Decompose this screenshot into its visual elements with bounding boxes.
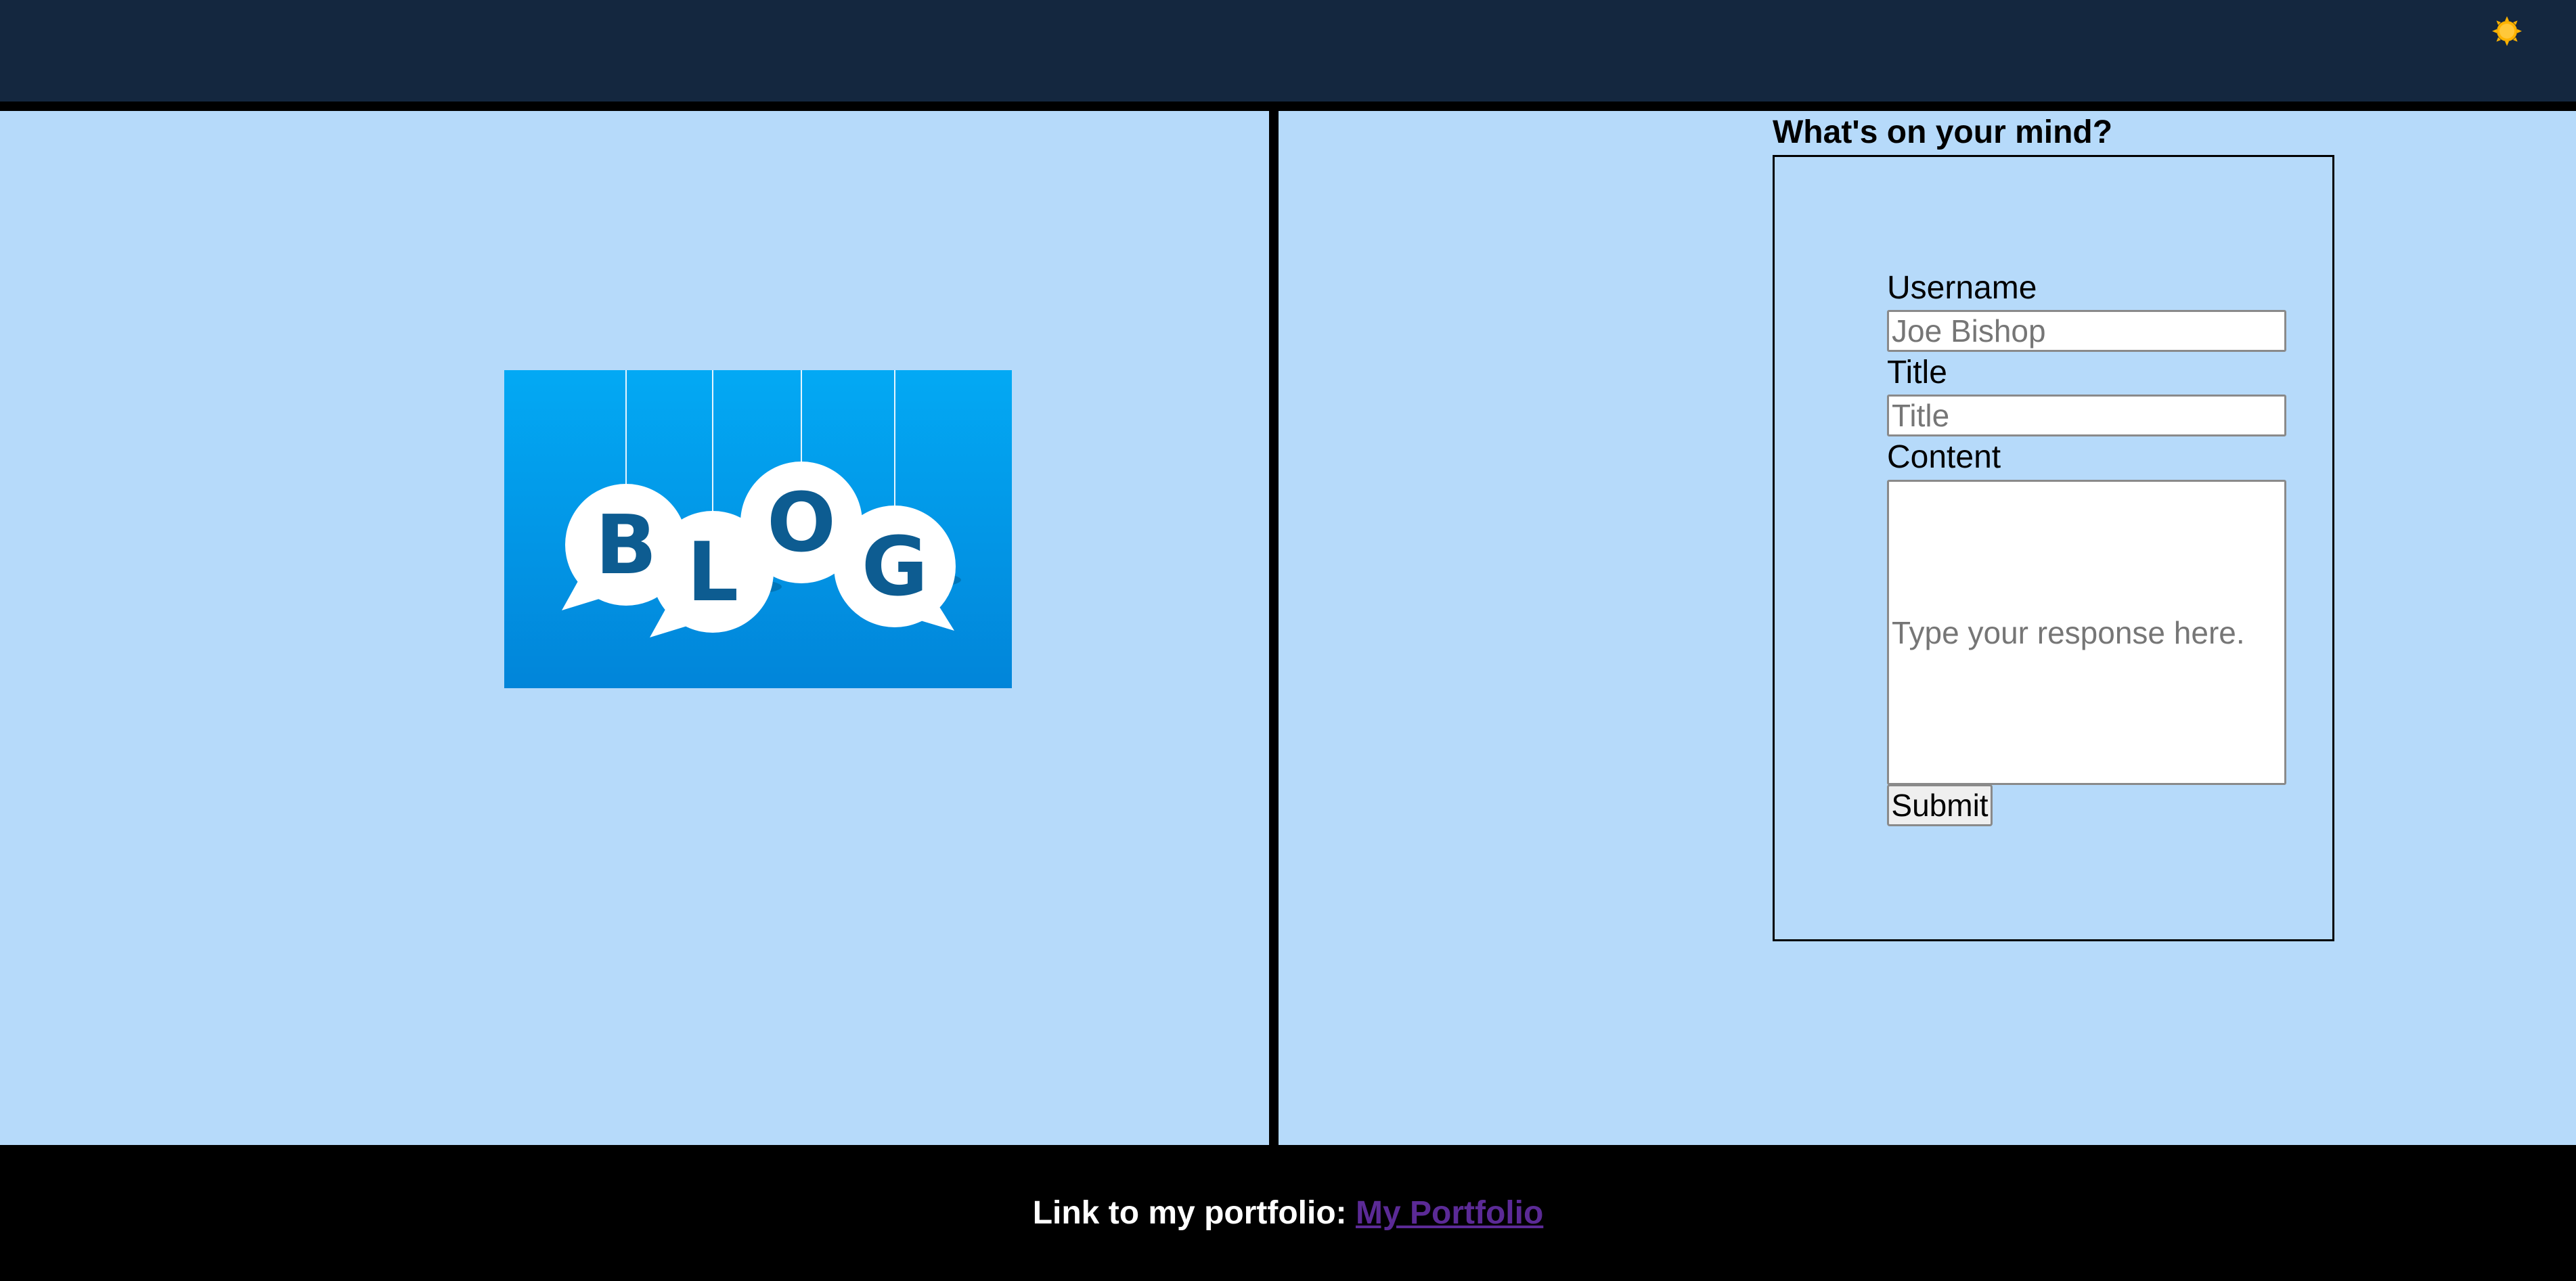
content-textarea[interactable]: Type your response here. <box>1887 480 2286 785</box>
content-placeholder: Type your response here. <box>1892 614 2245 650</box>
portfolio-link[interactable]: My Portfolio <box>1356 1195 1543 1231</box>
blog-image: B L O G <box>504 370 1012 799</box>
sun-icon <box>2492 16 2522 46</box>
blog-letter: B <box>595 499 657 593</box>
blog-letter: O <box>767 476 836 570</box>
header-divider <box>0 102 2576 111</box>
footer: Link to my portfolio: My Portfolio <box>0 1145 2576 1281</box>
submit-button[interactable]: Submit <box>1887 784 1993 826</box>
content-label: Content <box>1887 439 2001 475</box>
title-input[interactable] <box>1887 395 2286 436</box>
left-panel: B L O G <box>0 111 1269 1145</box>
panel-divider <box>1269 111 1279 1145</box>
blog-letter: G <box>862 520 929 614</box>
footer-text: Link to my portfolio: My Portfolio <box>1033 1194 1544 1232</box>
title-label: Title <box>1887 355 1947 390</box>
username-label: Username <box>1887 270 2037 306</box>
form-heading: What's on your mind? <box>1773 114 2113 150</box>
blog-letter: L <box>687 526 738 620</box>
footer-label: Link to my portfolio: <box>1032 1195 1356 1231</box>
top-header <box>0 0 2576 102</box>
theme-toggle-button[interactable] <box>2491 15 2523 47</box>
username-input[interactable] <box>1887 310 2286 352</box>
